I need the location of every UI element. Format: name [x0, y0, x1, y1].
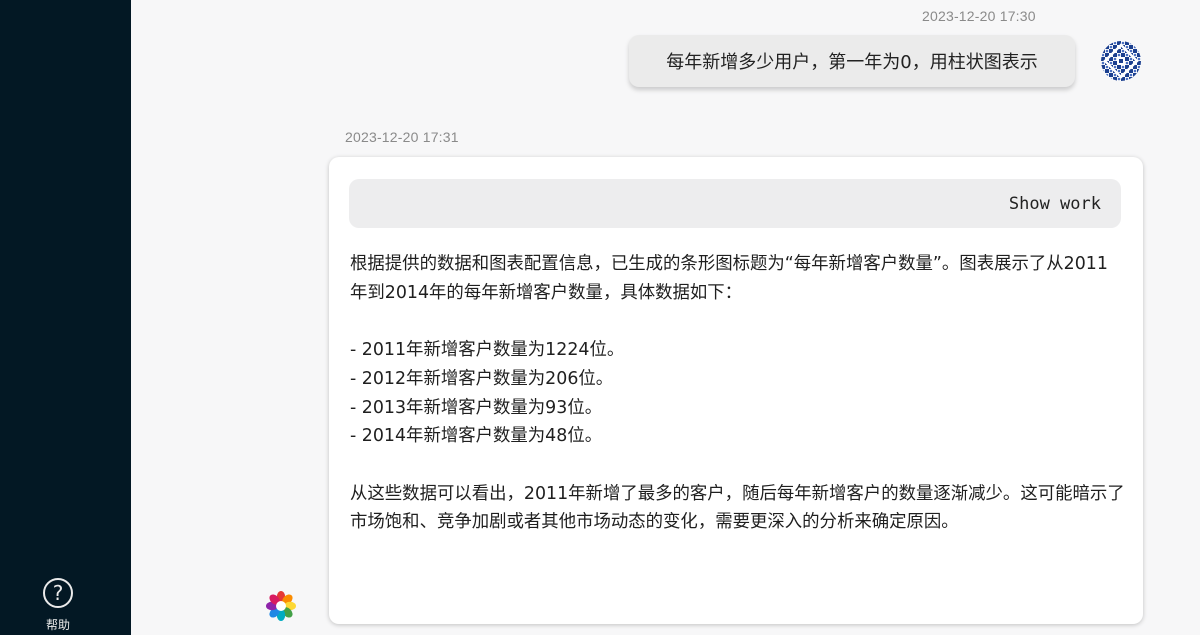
answer-item-2014: - 2014年新增客户数量为48位。 [350, 426, 603, 447]
show-work-button[interactable]: Show work [349, 179, 1121, 228]
answer-conclusion: 从这些数据可以看出，2011年新增了最多的客户，随后每年新增客户的数量逐渐减少。… [350, 483, 1125, 533]
bot-logo-flower-icon [265, 590, 297, 622]
user-message-bubble: 每年新增多少用户，第一年为0，用柱状图表示 [629, 35, 1075, 87]
user-message-timestamp: 2023-12-20 17:30 [922, 8, 1036, 24]
bot-answer-text: 根据提供的数据和图表配置信息，已生成的条形图标题为“每年新增客户数量”。图表展示… [350, 250, 1125, 537]
sidebar: ? 帮助 [0, 0, 131, 635]
user-message-text: 每年新增多少用户，第一年为0，用柱状图表示 [666, 52, 1038, 73]
bot-message-card: Show work 根据提供的数据和图表配置信息，已生成的条形图标题为“每年新增… [329, 157, 1143, 624]
answer-item-2011: - 2011年新增客户数量为1224位。 [350, 340, 625, 361]
help-button[interactable]: ? 帮助 [0, 578, 116, 633]
answer-item-2013: - 2013年新增客户数量为93位。 [350, 397, 603, 418]
answer-intro: 根据提供的数据和图表配置信息，已生成的条形图标题为“每年新增客户数量”。图表展示… [350, 254, 1108, 303]
question-circle-icon: ? [43, 578, 73, 608]
answer-item-2012: - 2012年新增客户数量为206位。 [350, 368, 614, 389]
app-window: ? 帮助 2023-12-20 17:30 每年新增多少用户，第一年为0，用柱状… [0, 0, 1200, 635]
user-avatar-pattern-icon [1101, 41, 1141, 81]
help-label: 帮助 [45, 618, 70, 632]
bot-message-timestamp: 2023-12-20 17:31 [345, 129, 459, 145]
